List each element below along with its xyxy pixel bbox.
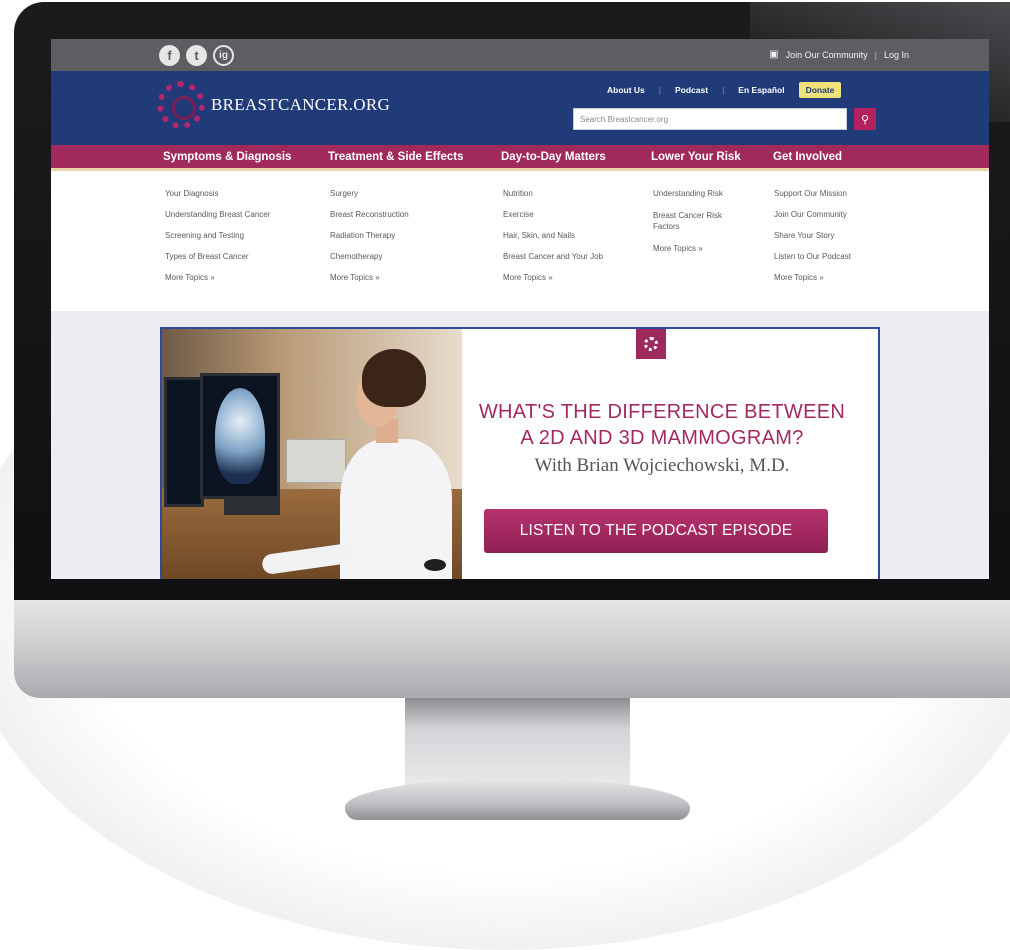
mega-menu: Your Diagnosis Understanding Breast Canc… [51, 171, 989, 311]
divider: | [874, 49, 877, 60]
menu-link[interactable]: Understanding Risk [653, 189, 741, 198]
banner-headline: WHAT'S THE DIFFERENCE BETWEEN A 2D AND 3… [452, 399, 872, 451]
side-monitor [164, 377, 204, 507]
about-us-link[interactable]: About Us [607, 85, 645, 95]
logo-icon [157, 81, 205, 129]
menu-link[interactable]: Understanding Breast Cancer [165, 210, 270, 219]
headline-line-2: A 2D AND 3D MAMMOGRAM? [520, 427, 804, 449]
facebook-icon[interactable]: f [159, 45, 180, 66]
menu-link[interactable]: Join Our Community [774, 210, 851, 219]
menu-link[interactable]: Types of Breast Cancer [165, 252, 270, 261]
monitor-stand-neck [405, 698, 630, 788]
menu-link[interactable]: Breast Cancer and Your Job [503, 252, 603, 261]
search-input[interactable]: Search Breastcancer.org [573, 108, 847, 130]
nav-treatment-side-effects[interactable]: Treatment & Side Effects [328, 151, 463, 163]
menu-link[interactable]: Hair, Skin, and Nails [503, 231, 603, 240]
banner-byline: With Brian Wojciechowski, M.D. [534, 455, 790, 476]
menu-column-day-to-day: Nutrition Exercise Hair, Skin, and Nails… [503, 189, 603, 294]
menu-link[interactable]: Support Our Mission [774, 189, 851, 198]
login-link[interactable]: Log In [884, 50, 909, 60]
menu-link[interactable]: Share Your Story [774, 231, 851, 240]
mammogram-scan [215, 388, 265, 484]
menu-column-risk: Understanding Risk Breast Cancer Risk Fa… [653, 189, 741, 265]
menu-link-more[interactable]: More Topics » [774, 273, 851, 282]
twitter-icon[interactable]: t [186, 45, 207, 66]
banner-photo [162, 329, 462, 579]
logo-text: BREASTCANCER.ORG [211, 95, 391, 114]
divider: | [722, 85, 725, 95]
nav-symptoms-diagnosis[interactable]: Symptoms & Diagnosis [163, 151, 291, 163]
menu-link[interactable]: Exercise [503, 210, 603, 219]
menu-link[interactable]: Radiation Therapy [330, 231, 409, 240]
monitor-chin [14, 600, 1010, 698]
social-links: f t ig [159, 45, 234, 66]
headline-line-1: WHAT'S THE DIFFERENCE BETWEEN [478, 401, 846, 423]
menu-column-symptoms: Your Diagnosis Understanding Breast Canc… [165, 189, 270, 294]
join-community-link[interactable]: Join Our Community [786, 50, 868, 60]
site-header: BREASTCANCER.ORG About Us | Podcast | En… [51, 71, 989, 145]
radiologist [261, 349, 452, 579]
site-logo[interactable]: BREASTCANCER.ORG [157, 81, 390, 129]
menu-link-more[interactable]: More Topics » [653, 244, 741, 253]
utility-top-bar: f t ig ▣ Join Our Community | Log In [51, 39, 989, 71]
menu-link-more[interactable]: More Topics » [165, 273, 270, 282]
menu-link[interactable]: Listen to Our Podcast [774, 252, 851, 261]
shirt [340, 439, 452, 579]
menu-link[interactable]: Breast Reconstruction [330, 210, 409, 219]
menu-link-more[interactable]: More Topics » [503, 273, 603, 282]
divider: | [658, 85, 661, 95]
nav-get-involved[interactable]: Get Involved [773, 151, 842, 163]
search-button[interactable]: ⚲ [854, 108, 876, 130]
hair [362, 349, 426, 407]
donate-button[interactable]: Donate [798, 82, 842, 98]
podcast-link[interactable]: Podcast [675, 85, 708, 95]
menu-link[interactable]: Your Diagnosis [165, 189, 270, 198]
nav-lower-your-risk[interactable]: Lower Your Risk [651, 151, 741, 163]
nav-day-to-day-matters[interactable]: Day-to-Day Matters [501, 151, 606, 163]
menu-link[interactable]: Screening and Testing [165, 231, 270, 240]
menu-column-treatment: Surgery Breast Reconstruction Radiation … [330, 189, 409, 294]
listen-podcast-button[interactable]: LISTEN TO THE PODCAST EPISODE [484, 509, 828, 553]
mammogram-monitor [200, 373, 280, 499]
computer-mouse [424, 559, 446, 571]
menu-link[interactable]: Nutrition [503, 189, 603, 198]
menu-column-get-involved: Support Our Mission Join Our Community S… [774, 189, 851, 294]
logo-badge-icon [636, 329, 666, 359]
instagram-icon[interactable]: ig [213, 45, 234, 66]
account-links: ▣ Join Our Community | Log In [769, 49, 909, 60]
menu-link[interactable]: Surgery [330, 189, 409, 198]
search-icon: ⚲ [860, 113, 870, 126]
menu-link-more[interactable]: More Topics » [330, 273, 409, 282]
menu-link[interactable]: Breast Cancer Risk Factors [653, 210, 741, 232]
main-navigation: Symptoms & Diagnosis Treatment & Side Ef… [51, 145, 989, 171]
chat-bubble-icon: ▣ [769, 49, 779, 60]
en-espanol-link[interactable]: En Español [738, 85, 784, 95]
website-screen: f t ig ▣ Join Our Community | Log In BRE… [51, 39, 989, 579]
header-utility-nav: About Us | Podcast | En Español Donate [607, 82, 842, 98]
podcast-banner[interactable]: WHAT'S THE DIFFERENCE BETWEEN A 2D AND 3… [160, 327, 880, 579]
menu-link[interactable]: Chemotherapy [330, 252, 409, 261]
monitor-stand [224, 497, 280, 515]
